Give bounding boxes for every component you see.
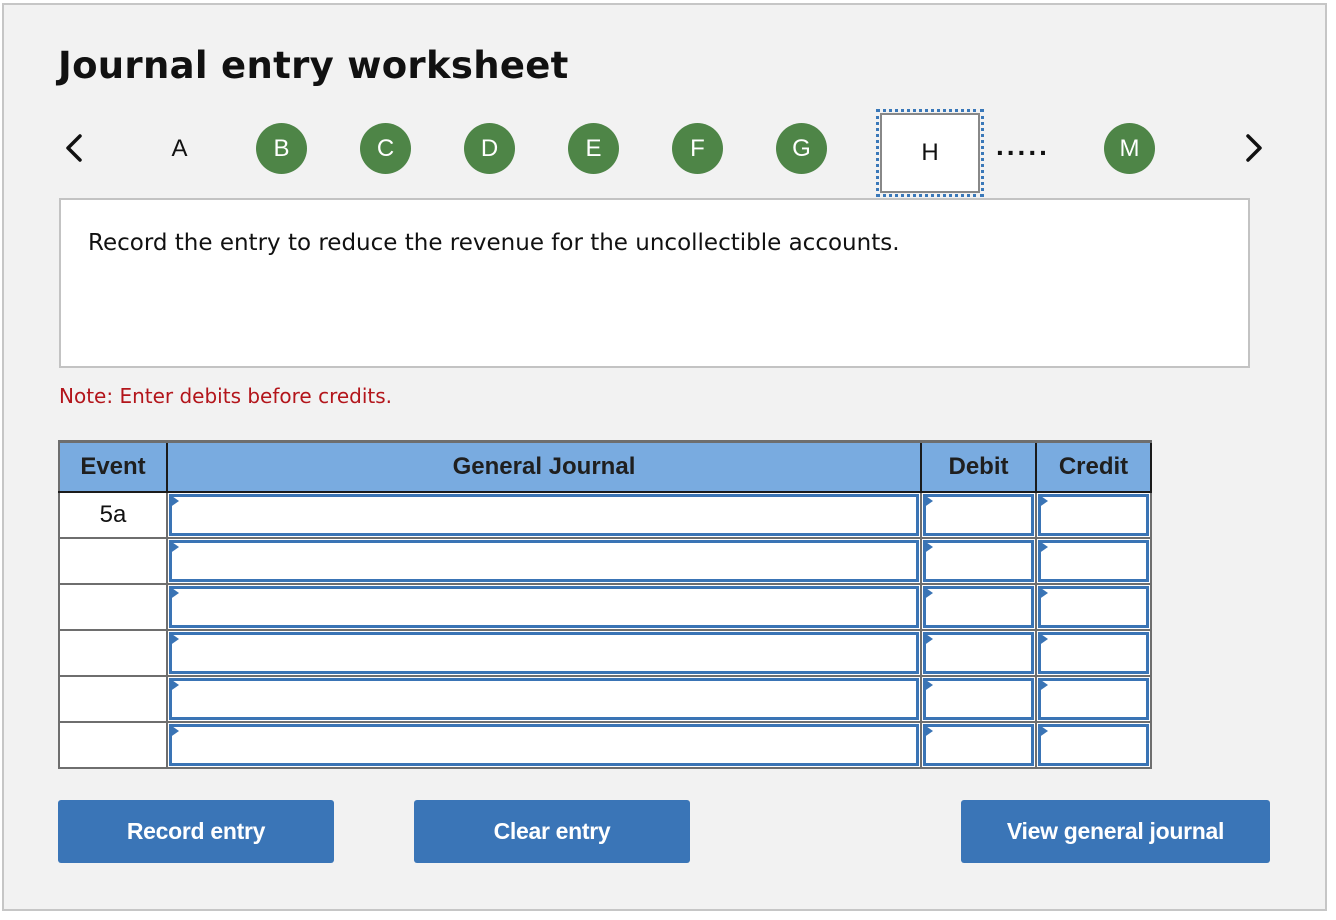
header-credit: Credit (1035, 440, 1152, 493)
step-c[interactable]: C (360, 123, 411, 174)
step-h-current[interactable]: H (876, 109, 984, 197)
step-m[interactable]: M (1104, 123, 1155, 174)
next-button[interactable] (1238, 128, 1268, 168)
table-row (58, 675, 1152, 723)
credit-input[interactable] (1038, 632, 1149, 674)
account-input[interactable] (169, 678, 919, 720)
table-row (58, 629, 1152, 677)
chevron-left-icon (66, 134, 82, 162)
journal-table: Event General Journal Debit Credit 5a (58, 440, 1152, 769)
credit-input[interactable] (1038, 724, 1149, 766)
header-general-journal: General Journal (166, 440, 922, 493)
event-cell (58, 629, 168, 677)
debit-input[interactable] (923, 586, 1034, 628)
header-event: Event (58, 440, 168, 493)
step-g[interactable]: G (776, 123, 827, 174)
credit-input[interactable] (1038, 540, 1149, 582)
step-a[interactable]: A (154, 123, 205, 174)
account-input[interactable] (169, 724, 919, 766)
table-row (58, 537, 1152, 585)
step-e[interactable]: E (568, 123, 619, 174)
debit-input[interactable] (923, 632, 1034, 674)
event-cell (58, 675, 168, 723)
credit-input[interactable] (1038, 586, 1149, 628)
step-d[interactable]: D (464, 123, 515, 174)
account-input[interactable] (169, 586, 919, 628)
note-text: Note: Enter debits before credits. (59, 384, 393, 408)
event-cell (58, 583, 168, 631)
steps-ellipsis: ..... (996, 130, 1050, 161)
clear-entry-button[interactable]: Clear entry (414, 800, 690, 863)
step-b[interactable]: B (256, 123, 307, 174)
account-input[interactable] (169, 494, 919, 536)
debit-input[interactable] (923, 494, 1034, 536)
chevron-right-icon (1246, 134, 1262, 162)
table-row (58, 721, 1152, 769)
credit-input[interactable] (1038, 494, 1149, 536)
event-cell: 5a (58, 491, 168, 539)
record-entry-button[interactable]: Record entry (58, 800, 334, 863)
debit-input[interactable] (923, 678, 1034, 720)
page-title: Journal entry worksheet (58, 44, 569, 87)
table-row: 5a (58, 491, 1152, 539)
account-input[interactable] (169, 632, 919, 674)
event-cell (58, 537, 168, 585)
header-debit: Debit (920, 440, 1037, 493)
debit-input[interactable] (923, 724, 1034, 766)
table-row (58, 583, 1152, 631)
view-general-journal-button[interactable]: View general journal (961, 800, 1270, 863)
step-f[interactable]: F (672, 123, 723, 174)
prev-button[interactable] (60, 128, 90, 168)
credit-input[interactable] (1038, 678, 1149, 720)
instruction-box: Record the entry to reduce the revenue f… (59, 198, 1250, 368)
table-header-row: Event General Journal Debit Credit (58, 440, 1152, 493)
instruction-text: Record the entry to reduce the revenue f… (88, 230, 900, 256)
debit-input[interactable] (923, 540, 1034, 582)
event-cell (58, 721, 168, 769)
account-input[interactable] (169, 540, 919, 582)
